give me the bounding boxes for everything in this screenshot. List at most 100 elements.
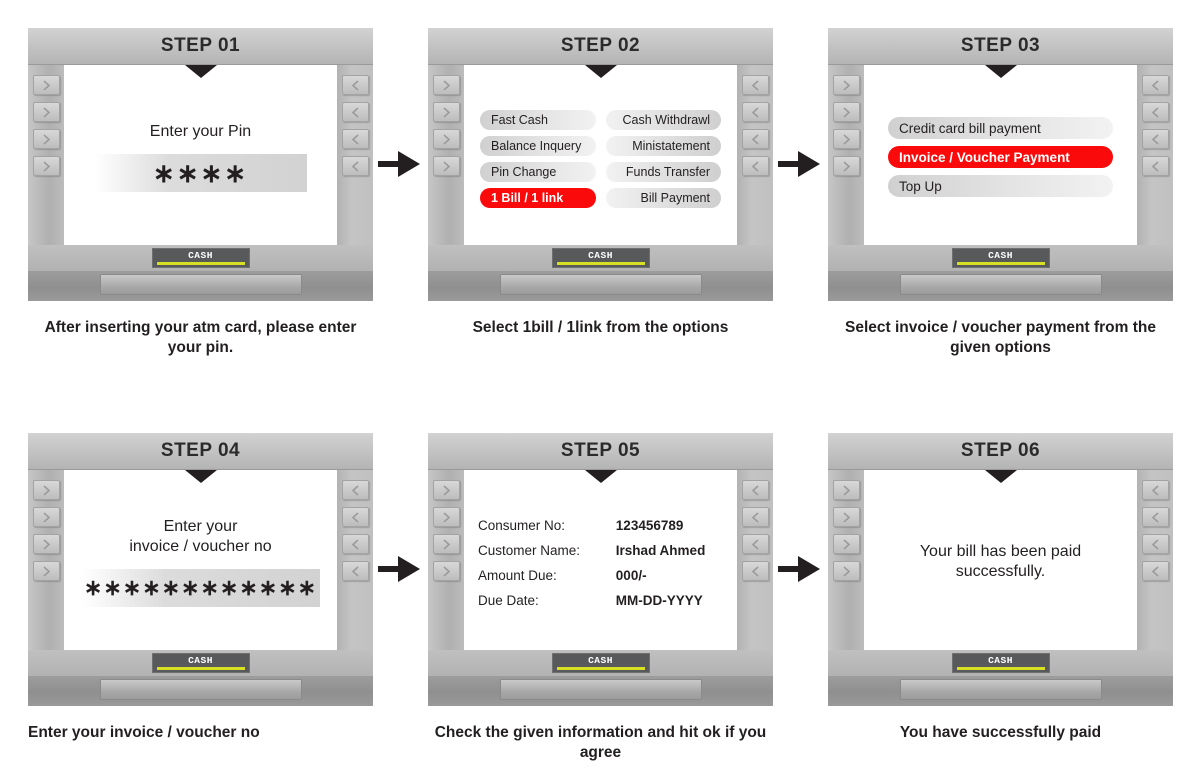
menu-item-funds-transfer[interactable]: Funds Transfer [605,162,721,182]
cash-slot-bar [156,667,245,670]
bezel-button-left-1[interactable] [432,480,460,500]
bezel-button-right-2[interactable] [1141,507,1169,527]
bezel-button-left-2[interactable] [832,507,860,527]
atm-body-5: Consumer No: 123456789 Customer Name: Ir… [428,470,773,650]
bezel-button-left-2[interactable] [32,102,60,122]
table-row: Amount Due: 000/- [478,563,729,588]
step-cell-1: STEP 01 Enter your Pin ∗∗∗∗ CASH After i… [28,28,373,359]
step-cell-6: STEP 06 Your bill has been paid successf… [828,433,1173,743]
right-bezel-2 [737,65,773,245]
right-bezel-5 [737,470,773,650]
right-bezel-6 [1137,470,1173,650]
table-row: Due Date: MM-DD-YYYY [478,588,729,613]
menu-item-pin-change[interactable]: Pin Change [480,162,596,182]
step-cell-3: STEP 03 Credit card bill payment Invoice… [828,28,1173,359]
menu-item-top-up[interactable]: Top Up [888,175,1113,197]
atm-machine-3: STEP 03 Credit card bill payment Invoice… [828,28,1173,301]
bezel-button-right-3[interactable] [741,534,769,554]
atm-base-6 [828,676,1173,706]
atm-header-3: STEP 03 [828,28,1173,65]
bezel-button-right-4[interactable] [741,156,769,176]
bezel-button-right-4[interactable] [341,156,369,176]
cash-slot-bar [556,667,645,670]
bezel-button-left-4[interactable] [32,156,60,176]
bezel-button-left-3[interactable] [32,534,60,554]
bezel-button-left-4[interactable] [432,561,460,581]
bezel-button-right-3[interactable] [741,129,769,149]
bezel-button-right-2[interactable] [741,507,769,527]
menu-item-credit-card-bill-payment[interactable]: Credit card bill payment [888,117,1113,139]
bezel-button-left-2[interactable] [432,102,460,122]
atm-screen-2: Fast Cash Cash Withdrawl Balance Inquery… [464,65,737,245]
atm-base-3 [828,271,1173,301]
bezel-button-right-4[interactable] [1141,156,1169,176]
cash-slot-label: CASH [188,655,213,666]
left-bezel-3 [828,65,864,245]
cash-dispenser-slot: CASH [151,653,250,673]
bezel-button-right-1[interactable] [341,480,369,500]
menu-item-balance-inquery[interactable]: Balance Inquery [480,136,596,156]
bezel-button-right-3[interactable] [1141,534,1169,554]
bezel-button-left-4[interactable] [832,561,860,581]
invoice-entry-field[interactable]: ∗∗∗∗∗∗∗∗∗∗∗∗ [81,569,320,608]
screen-prompt: Enter your Pin [149,122,252,140]
cash-band-1: CASH [28,245,373,271]
cash-slot-bar [556,262,645,265]
bezel-button-left-1[interactable] [32,75,60,95]
step-cell-4: STEP 04 Enter your invoice / voucher no … [28,433,373,743]
bezel-button-right-4[interactable] [1141,561,1169,581]
table-row: Customer Name: Irshad Ahmed [478,538,729,563]
bezel-button-right-1[interactable] [741,75,769,95]
bezel-button-left-2[interactable] [432,507,460,527]
pin-entry-field[interactable]: ∗∗∗∗ [94,154,307,193]
bezel-button-right-2[interactable] [341,102,369,122]
bezel-button-right-3[interactable] [341,129,369,149]
bezel-button-right-1[interactable] [1141,480,1169,500]
detail-value-consumer-no: 123456789 [615,518,684,533]
left-bezel-6 [828,470,864,650]
step-title: STEP 01 [160,35,241,56]
bezel-button-left-1[interactable] [32,480,60,500]
bezel-button-left-2[interactable] [32,507,60,527]
menu-item-1bill-1link[interactable]: 1 Bill / 1 link [480,188,596,208]
bezel-button-left-4[interactable] [432,156,460,176]
bezel-button-right-3[interactable] [1141,129,1169,149]
bezel-button-left-1[interactable] [832,75,860,95]
bezel-button-left-4[interactable] [832,156,860,176]
atm-header-5: STEP 05 [428,433,773,470]
bezel-button-right-1[interactable] [1141,75,1169,95]
cash-slot-label: CASH [588,250,613,261]
bezel-button-right-1[interactable] [341,75,369,95]
bezel-button-left-3[interactable] [32,129,60,149]
bezel-button-right-2[interactable] [1141,102,1169,122]
menu-item-invoice-voucher-payment[interactable]: Invoice / Voucher Payment [888,146,1113,168]
cash-band-3: CASH [828,245,1173,271]
atm-screen-6: Your bill has been paid successfully. [864,470,1137,650]
bezel-button-right-4[interactable] [341,561,369,581]
bezel-button-left-3[interactable] [432,534,460,554]
menu-item-cash-withdrawl[interactable]: Cash Withdrawl [605,110,721,130]
bezel-button-right-2[interactable] [741,102,769,122]
bezel-button-left-3[interactable] [832,129,860,149]
detail-label-consumer-no: Consumer No: [478,518,566,533]
bezel-button-right-4[interactable] [741,561,769,581]
cash-dispenser-slot: CASH [551,653,650,673]
bezel-button-right-2[interactable] [341,507,369,527]
bezel-button-left-3[interactable] [432,129,460,149]
bezel-button-left-1[interactable] [432,75,460,95]
flow-arrow-icon-1 [378,147,424,181]
menu-item-fast-cash[interactable]: Fast Cash [480,110,596,130]
bezel-button-right-3[interactable] [341,534,369,554]
bezel-button-right-1[interactable] [741,480,769,500]
detail-value-customer-name: Irshad Ahmed [615,543,706,558]
cash-band-4: CASH [28,650,373,676]
step-cell-5: STEP 05 Consumer No: 123456789 Customer … [428,433,773,764]
flow-arrow-icon-2 [778,147,824,181]
menu-item-ministatement[interactable]: Ministatement [605,136,721,156]
bezel-button-left-3[interactable] [832,534,860,554]
bezel-button-left-1[interactable] [832,480,860,500]
menu-item-bill-payment[interactable]: Bill Payment [605,188,721,208]
bezel-button-left-4[interactable] [32,561,60,581]
atm-body-4: Enter your invoice / voucher no ∗∗∗∗∗∗∗∗… [28,470,373,650]
bezel-button-left-2[interactable] [832,102,860,122]
